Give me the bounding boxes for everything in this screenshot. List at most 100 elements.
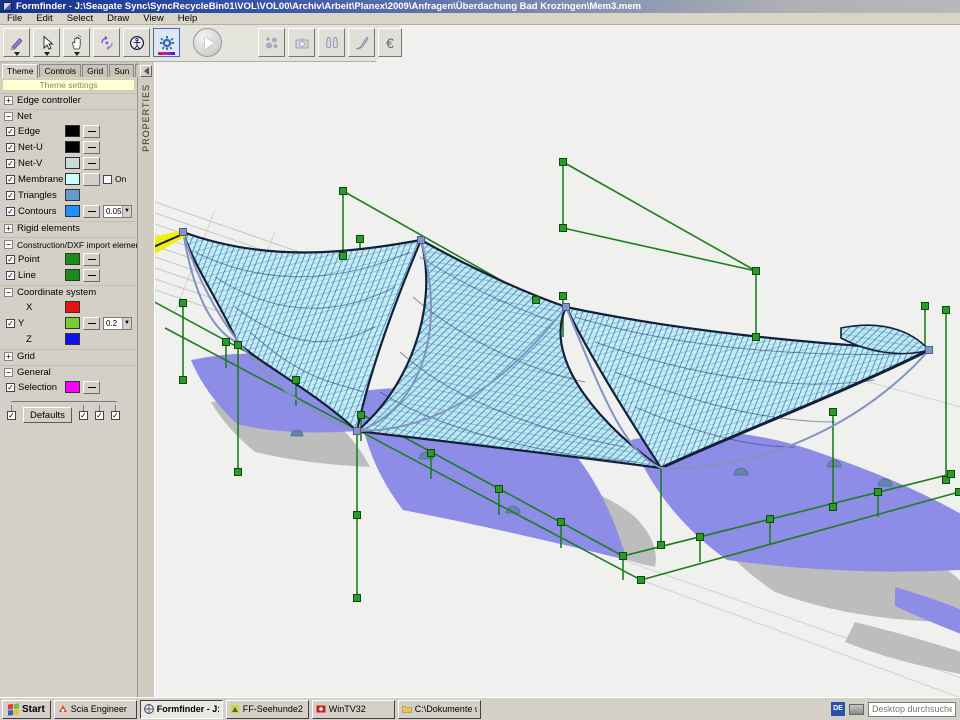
desktop-search-input[interactable] bbox=[868, 702, 956, 717]
selection-checkbox[interactable] bbox=[6, 383, 15, 392]
collapse-icon[interactable]: − bbox=[4, 112, 13, 121]
edge-linestyle-button[interactable] bbox=[83, 125, 100, 138]
panel-collapse-button[interactable] bbox=[140, 65, 152, 77]
line-checkbox[interactable] bbox=[6, 271, 15, 280]
defaults-checkbox-4[interactable] bbox=[111, 411, 120, 420]
line-color-swatch[interactable] bbox=[65, 269, 80, 281]
defaults-row: Defaults bbox=[7, 407, 133, 423]
net-u-color-swatch[interactable] bbox=[65, 141, 80, 153]
transform-arrows-button[interactable] bbox=[93, 28, 120, 57]
x-axis-color-swatch[interactable] bbox=[65, 301, 80, 313]
menu-select[interactable]: Select bbox=[60, 13, 100, 24]
section-grid[interactable]: + Grid bbox=[0, 349, 137, 363]
triangles-color-swatch[interactable] bbox=[65, 189, 80, 201]
point-checkbox[interactable] bbox=[6, 255, 15, 264]
point-color-swatch[interactable] bbox=[65, 253, 80, 265]
contours-checkbox[interactable] bbox=[6, 207, 15, 216]
menu-edit[interactable]: Edit bbox=[29, 13, 59, 24]
expand-icon[interactable]: + bbox=[4, 224, 13, 233]
start-button[interactable]: Start bbox=[2, 700, 51, 719]
draw-pencil-button[interactable] bbox=[3, 28, 30, 57]
edge-checkbox[interactable] bbox=[6, 127, 15, 136]
section-rigid-elements[interactable]: + Rigid elements bbox=[0, 221, 137, 235]
contours-linestyle-button[interactable] bbox=[83, 205, 100, 218]
tab-theme[interactable]: Theme bbox=[2, 64, 38, 78]
membrane-style-button[interactable] bbox=[83, 173, 100, 186]
expand-icon[interactable]: + bbox=[4, 352, 13, 361]
net-v-checkbox[interactable] bbox=[6, 159, 15, 168]
menu-help[interactable]: Help bbox=[171, 13, 205, 24]
contours-spacing-select[interactable]: 0.05▼ bbox=[103, 205, 132, 218]
expand-icon[interactable]: + bbox=[4, 96, 13, 105]
theme-settings-button[interactable] bbox=[153, 28, 180, 57]
pan-hand-button[interactable] bbox=[63, 28, 90, 57]
y-axis-size-select[interactable]: 0.2▼ bbox=[103, 317, 132, 330]
tab-controls[interactable]: Controls bbox=[39, 64, 81, 77]
snapshot-camera-button[interactable] bbox=[288, 28, 315, 57]
dropdown-arrow-icon[interactable] bbox=[44, 52, 50, 56]
select-cursor-button[interactable] bbox=[33, 28, 60, 57]
membrane-checkbox[interactable] bbox=[6, 175, 15, 184]
net-v-linestyle-button[interactable] bbox=[83, 157, 100, 170]
binoculars-button[interactable] bbox=[318, 28, 345, 57]
formfind-play-button[interactable] bbox=[193, 28, 222, 57]
taskbar-item-seehunde[interactable]: FF-Seehunde2 Screensh... bbox=[226, 700, 309, 719]
triangles-checkbox[interactable] bbox=[6, 191, 15, 200]
menu-file[interactable]: File bbox=[0, 13, 29, 24]
texture-brush-button[interactable] bbox=[348, 28, 375, 57]
selection-color-swatch[interactable] bbox=[65, 381, 80, 393]
tab-grid[interactable]: Grid bbox=[82, 64, 108, 77]
defaults-checkbox-1[interactable] bbox=[7, 411, 16, 420]
dropdown-arrow-icon[interactable] bbox=[14, 52, 20, 56]
cost-euro-button[interactable]: € bbox=[378, 28, 402, 57]
contours-color-swatch[interactable] bbox=[65, 205, 80, 217]
section-construction[interactable]: − Construction/DXF import elements bbox=[0, 237, 137, 251]
defaults-button[interactable]: Defaults bbox=[23, 407, 72, 423]
y-axis-color-swatch[interactable] bbox=[65, 317, 80, 329]
row-net-v: Net-V bbox=[0, 155, 137, 171]
y-axis-linestyle-button[interactable] bbox=[83, 317, 100, 330]
properties-panel: Theme Controls Grid Sun Images Theme set… bbox=[0, 62, 138, 697]
edge-color-swatch[interactable] bbox=[65, 125, 80, 137]
gear-icon bbox=[159, 35, 175, 51]
brush-icon bbox=[354, 35, 370, 51]
z-axis-color-swatch[interactable] bbox=[65, 333, 80, 345]
viewport-3d[interactable] bbox=[155, 62, 960, 697]
row-x-axis: X bbox=[0, 299, 137, 315]
language-indicator[interactable]: DE bbox=[831, 702, 845, 716]
tab-sun[interactable]: Sun bbox=[109, 64, 134, 77]
point-linestyle-button[interactable] bbox=[83, 253, 100, 266]
row-contours: Contours 0.05▼ bbox=[0, 203, 137, 219]
collapse-icon[interactable]: − bbox=[4, 288, 13, 297]
printer-tray-icon[interactable] bbox=[849, 704, 864, 715]
screenshot-app-icon bbox=[230, 704, 240, 714]
menu-view[interactable]: View bbox=[136, 13, 170, 24]
particles-button[interactable] bbox=[258, 28, 285, 57]
windows-flag-icon bbox=[8, 703, 19, 715]
membrane-on-checkbox[interactable] bbox=[103, 175, 112, 184]
net-v-color-swatch[interactable] bbox=[65, 157, 80, 169]
row-y-axis: Y 0.2▼ bbox=[0, 315, 137, 331]
section-coordinate-system[interactable]: − Coordinate system bbox=[0, 285, 137, 299]
defaults-checkbox-2[interactable] bbox=[79, 411, 88, 420]
selection-linestyle-button[interactable] bbox=[83, 381, 100, 394]
binoculars-icon bbox=[324, 35, 340, 51]
menu-draw[interactable]: Draw bbox=[100, 13, 136, 24]
line-linestyle-button[interactable] bbox=[83, 269, 100, 282]
dropdown-arrow-icon[interactable] bbox=[74, 52, 80, 56]
taskbar-item-explorer[interactable]: C:\Dokumente und Einst... bbox=[398, 700, 481, 719]
section-edge-controller[interactable]: + Edge controller bbox=[0, 93, 137, 107]
taskbar-item-wintv[interactable]: WinTV32 bbox=[312, 700, 395, 719]
defaults-checkbox-3[interactable] bbox=[95, 411, 104, 420]
taskbar-item-formfinder[interactable]: Formfinder - J:\Seaga... bbox=[140, 700, 223, 719]
collapse-icon[interactable]: − bbox=[4, 240, 13, 249]
net-u-checkbox[interactable] bbox=[6, 143, 15, 152]
y-axis-checkbox[interactable] bbox=[6, 319, 15, 328]
collapse-icon[interactable]: − bbox=[4, 368, 13, 377]
taskbar-item-scia[interactable]: Scia Engineer bbox=[54, 700, 137, 719]
net-u-linestyle-button[interactable] bbox=[83, 141, 100, 154]
human-scale-button[interactable] bbox=[123, 28, 150, 57]
section-general[interactable]: − General bbox=[0, 365, 137, 379]
section-net[interactable]: − Net bbox=[0, 109, 137, 123]
membrane-color-swatch[interactable] bbox=[65, 173, 80, 185]
